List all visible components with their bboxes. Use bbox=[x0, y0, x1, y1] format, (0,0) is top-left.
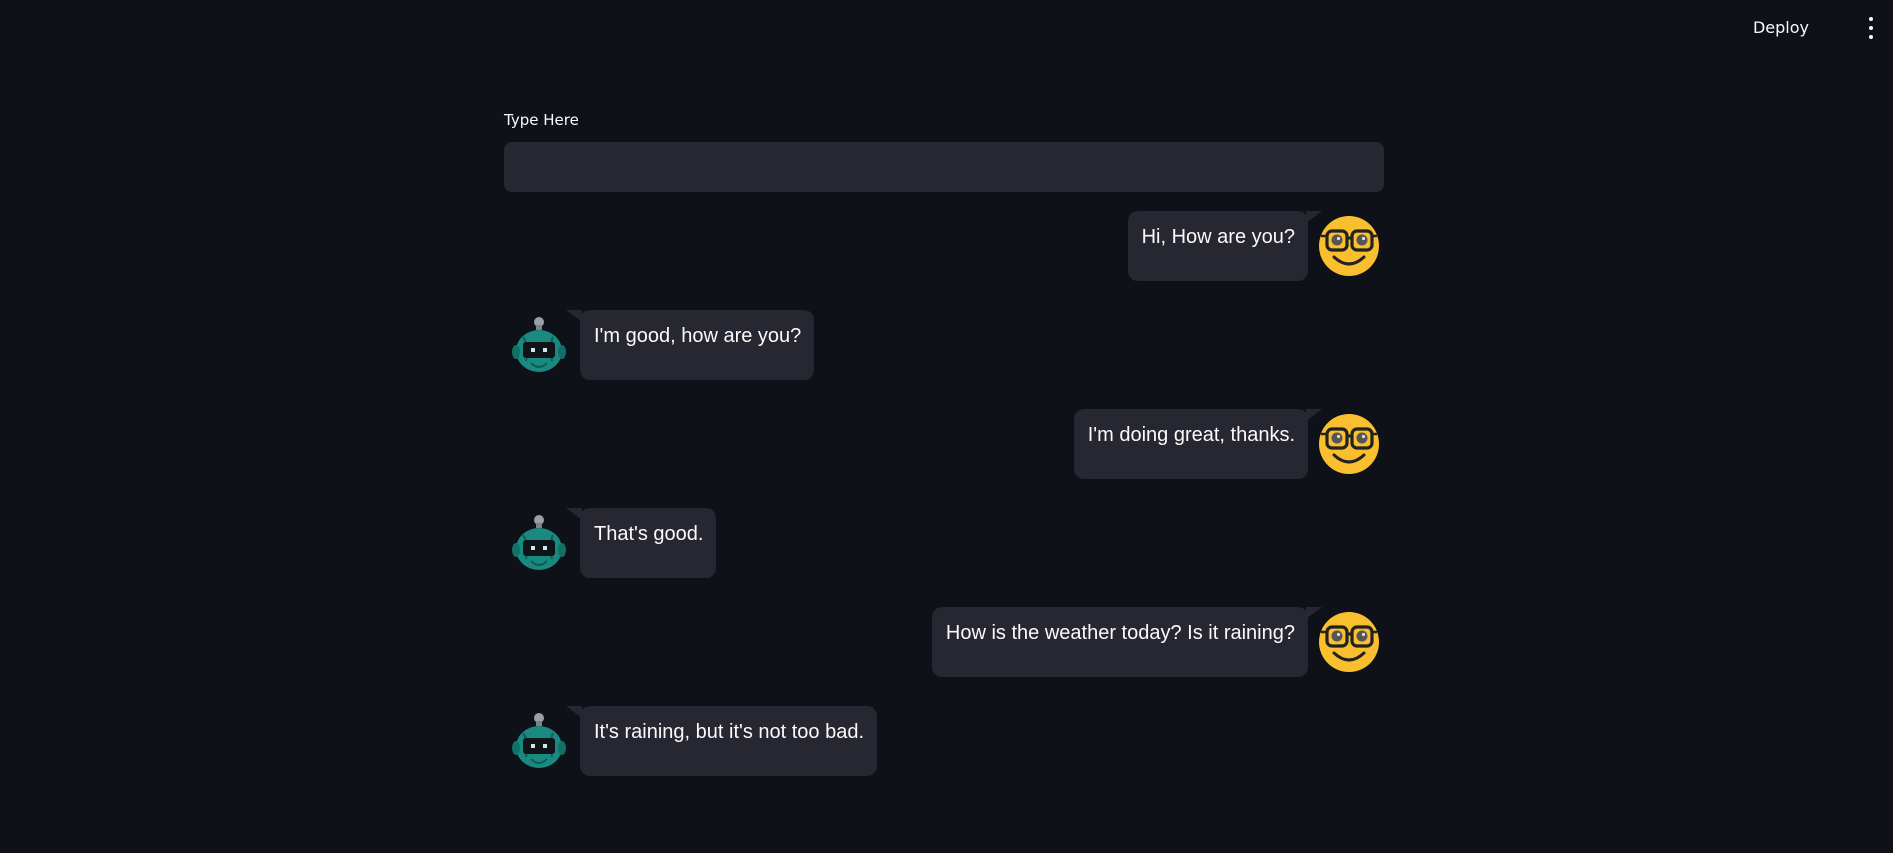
nerd-face-icon bbox=[1319, 612, 1379, 672]
more-vertical-icon[interactable] bbox=[1865, 17, 1877, 39]
chat-message-user: I'm doing great, thanks. bbox=[1000, 409, 1384, 479]
robot-icon bbox=[511, 712, 567, 769]
chat-message-bot: It's raining, but it's not too bad. bbox=[504, 706, 1004, 776]
chat-message-bot: I'm good, how are you? bbox=[504, 310, 1004, 380]
nerd-face-icon bbox=[1319, 414, 1379, 474]
top-toolbar: Deploy bbox=[0, 0, 1893, 54]
chat-message-bot: That's good. bbox=[504, 508, 1004, 578]
chat-message-user: Hi, How are you? bbox=[1126, 211, 1384, 281]
main-content: Type Here bbox=[504, 110, 1384, 192]
message-bubble: That's good. bbox=[565, 508, 717, 578]
message-bubble: It's raining, but it's not too bad. bbox=[565, 706, 878, 776]
message-bubble: I'm doing great, thanks. bbox=[1073, 409, 1323, 479]
message-bubble: I'm good, how are you? bbox=[565, 310, 815, 380]
nerd-face-icon bbox=[1319, 216, 1379, 276]
deploy-button[interactable]: Deploy bbox=[1753, 16, 1809, 39]
robot-icon bbox=[511, 514, 567, 571]
message-input[interactable] bbox=[504, 142, 1384, 192]
input-label: Type Here bbox=[504, 111, 579, 129]
message-bubble: Hi, How are you? bbox=[1127, 211, 1323, 281]
chat-message-user: How is the weather today? Is it raining? bbox=[900, 607, 1384, 677]
message-bubble: How is the weather today? Is it raining? bbox=[931, 607, 1323, 677]
robot-icon bbox=[511, 316, 567, 373]
